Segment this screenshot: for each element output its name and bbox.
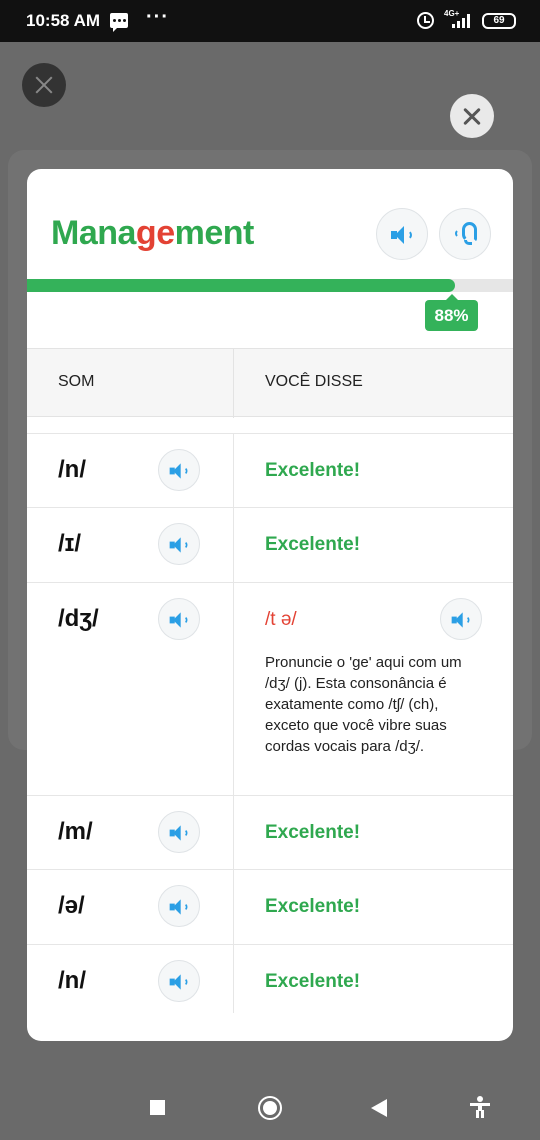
home-button[interactable] <box>258 1096 282 1120</box>
more-notifications-icon: ··· <box>146 6 169 28</box>
phoneme-row: /ɪ/ Excelente! <box>27 507 513 582</box>
pronunciation-result-card: Management 88% SOM VOCÊ DISSE /n/ Excele… <box>27 169 513 1041</box>
navigation-bar <box>0 1072 540 1140</box>
phoneme-symbol: /n/ <box>58 456 86 483</box>
status-time: 10:58 AM <box>26 11 101 30</box>
play-phoneme-button[interactable] <box>158 449 200 491</box>
score-progress-bar <box>27 279 513 292</box>
phoneme-result-error: /t ə/ <box>265 609 297 630</box>
phoneme-row: /n/ Excelente! <box>27 433 513 507</box>
back-button[interactable] <box>371 1099 387 1117</box>
message-notification-icon <box>110 13 128 32</box>
close-button[interactable] <box>450 94 494 138</box>
phoneme-symbol: /dʒ/ <box>58 605 99 632</box>
recents-button[interactable] <box>150 1100 165 1115</box>
phoneme-symbol: /ə/ <box>58 892 85 919</box>
speaker-icon <box>451 612 471 628</box>
speaker-icon <box>169 537 189 553</box>
play-phoneme-button[interactable] <box>158 598 200 640</box>
phoneme-result: Excelente! <box>265 534 361 555</box>
play-word-button[interactable] <box>376 208 428 260</box>
play-phoneme-button[interactable] <box>158 960 200 1002</box>
pronunciation-tip: Pronuncie o 'ge' aqui com um /dʒ/ (j). E… <box>265 654 462 755</box>
alarm-icon <box>417 12 434 29</box>
word-part-correct: Mana <box>51 214 136 252</box>
word-part-correct: ment <box>174 214 255 252</box>
phoneme-list: /n/ Excelente! /ɪ/ Excelente! /dʒ/ /t ə/… <box>27 433 513 1018</box>
accessibility-button[interactable] <box>470 1096 490 1118</box>
listen-recording-button[interactable] <box>439 208 491 260</box>
phoneme-symbol: /ɪ/ <box>58 530 82 557</box>
play-phoneme-button[interactable] <box>158 523 200 565</box>
word-title: Management <box>51 214 254 253</box>
play-phoneme-button[interactable] <box>158 885 200 927</box>
speaker-icon <box>169 825 189 841</box>
battery-icon: 69 <box>482 13 516 29</box>
column-header-said: VOCÊ DISSE <box>265 373 363 390</box>
word-part-error: ge <box>135 214 175 252</box>
play-your-pronunciation-button[interactable] <box>440 598 482 640</box>
table-header: SOM VOCÊ DISSE <box>27 348 513 418</box>
phoneme-result: Excelente! <box>265 460 361 481</box>
score-progress-fill <box>27 279 455 292</box>
column-header-sound: SOM <box>58 373 95 390</box>
phoneme-result: Excelente! <box>265 971 361 992</box>
phoneme-row: /n/ Excelente! <box>27 944 513 1018</box>
phoneme-row: /dʒ/ /t ə/ Pronuncie o 'ge' aqui com um … <box>27 582 513 795</box>
ear-icon <box>455 222 477 246</box>
speaker-icon <box>169 974 189 990</box>
phoneme-symbol: /n/ <box>58 967 86 994</box>
phoneme-result: Excelente! <box>265 822 361 843</box>
speaker-icon <box>169 463 189 479</box>
score-badge: 88% <box>425 294 478 331</box>
phoneme-row: /ə/ Excelente! <box>27 869 513 944</box>
speaker-icon <box>391 226 413 244</box>
phoneme-symbol: /m/ <box>58 818 93 845</box>
background-close-icon <box>22 63 66 107</box>
phoneme-result: Excelente! <box>265 896 361 917</box>
play-phoneme-button[interactable] <box>158 811 200 853</box>
status-bar: 10:58 AM ··· 4G+ 69 <box>0 0 540 42</box>
phoneme-row: /m/ Excelente! <box>27 795 513 869</box>
speaker-icon <box>169 899 189 915</box>
speaker-icon <box>169 612 189 628</box>
signal-icon <box>452 14 474 28</box>
